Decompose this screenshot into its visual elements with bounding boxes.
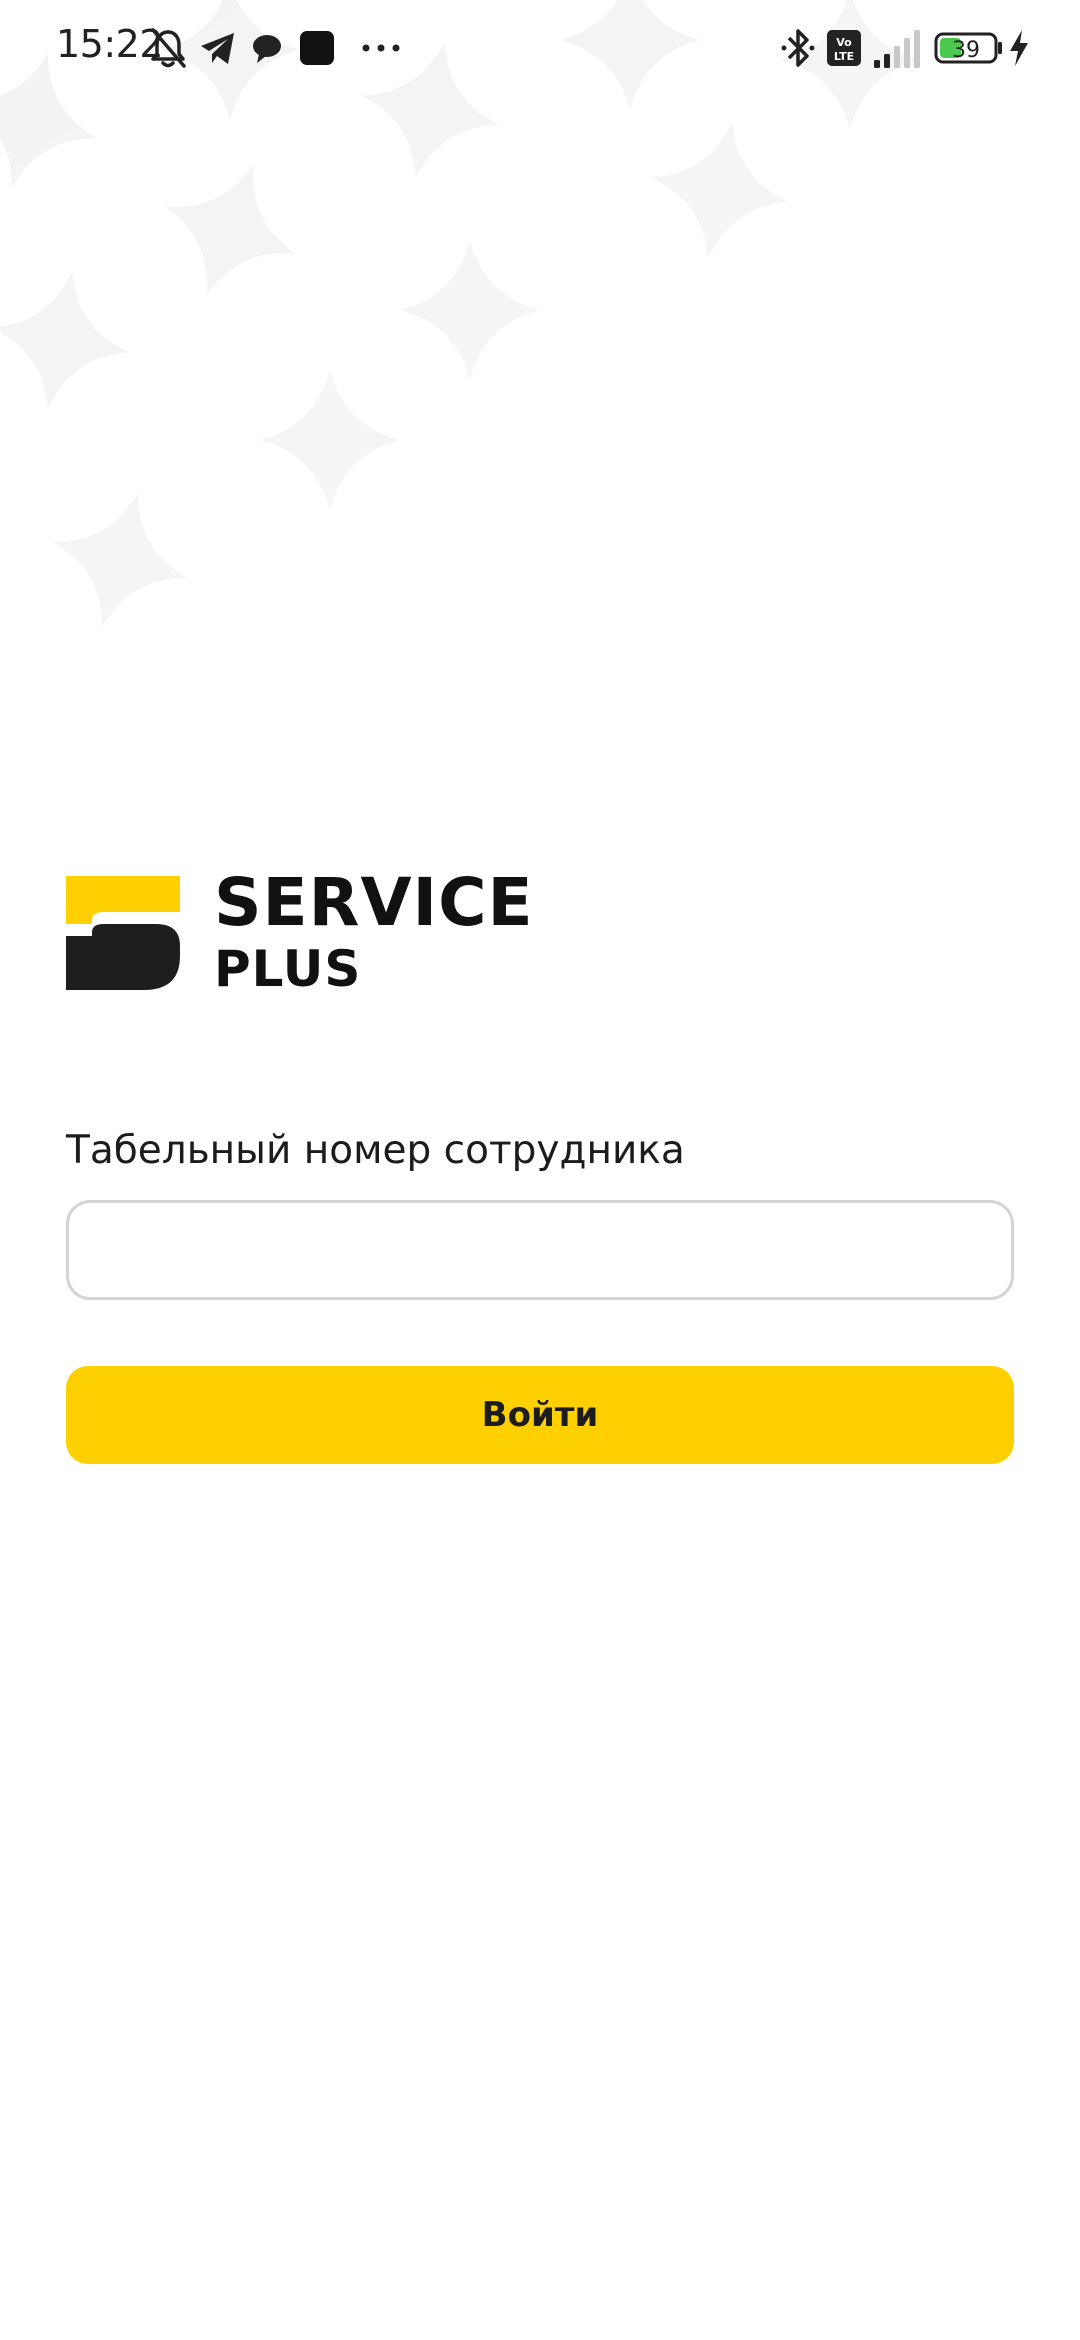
battery-icon: 39: [934, 32, 1002, 64]
bluetooth-icon: [781, 29, 815, 67]
svg-text:39: 39: [952, 38, 980, 63]
login-screen: 15:22 Vo LTE 39 SERVICE PLUS Табельный н…: [0, 0, 1080, 2340]
charging-icon: [1010, 30, 1028, 66]
logo-text-service: SERVICE: [214, 864, 534, 941]
employee-number-input[interactable]: [66, 1200, 1014, 1300]
telegram-icon: [201, 33, 234, 64]
svg-text:Vo: Vo: [836, 36, 852, 49]
chat-icon: [253, 35, 281, 63]
notifications-muted-icon: [151, 28, 186, 68]
employee-number-label: Табельный номер сотрудника: [66, 1128, 685, 1173]
more-icon: [362, 44, 400, 52]
background-pattern: [0, 0, 1080, 780]
service-plus-logo: SERVICE PLUS: [66, 864, 586, 998]
signal-icon: [874, 30, 920, 68]
svg-text:LTE: LTE: [834, 50, 854, 63]
logo-text-plus: PLUS: [214, 940, 362, 998]
login-button[interactable]: Войти: [66, 1366, 1014, 1464]
status-bar: 15:22 Vo LTE 39: [0, 0, 1080, 96]
logo-mark-icon: [66, 876, 180, 990]
volte-icon: Vo LTE: [827, 30, 861, 66]
status-time: 15:22: [56, 22, 164, 66]
app-icon: [300, 31, 334, 65]
